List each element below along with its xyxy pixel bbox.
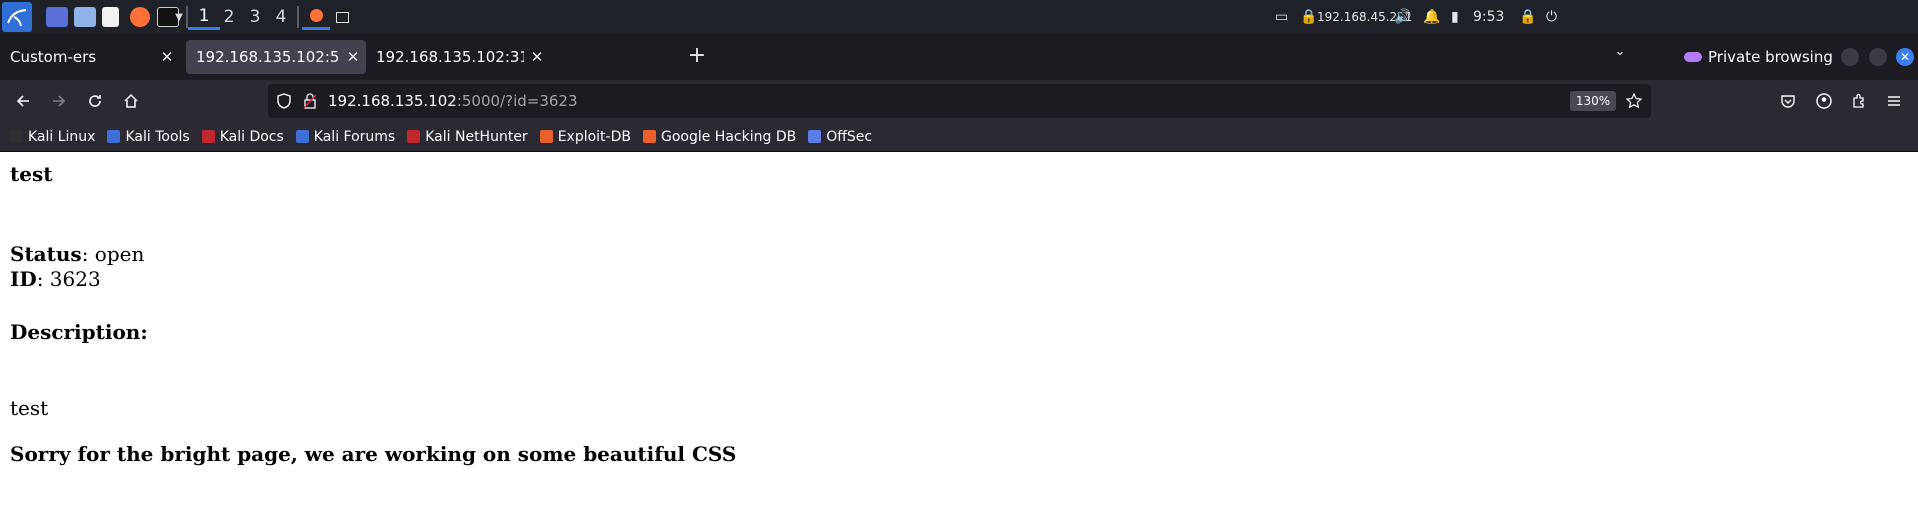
firefox-icon[interactable] <box>130 4 150 30</box>
insecure-lock-icon[interactable] <box>300 91 320 111</box>
display-icon[interactable]: ▭ <box>1275 0 1288 34</box>
page-title: test <box>10 162 53 186</box>
bookmark-label: Kali Forums <box>313 128 396 145</box>
chevron-down-icon[interactable]: ▼ <box>172 4 186 30</box>
home-button[interactable] <box>117 87 145 115</box>
close-icon[interactable]: ✕ <box>524 48 550 66</box>
arrow-left-icon <box>16 95 29 107</box>
ghdb-favicon-icon <box>642 130 656 143</box>
close-window-button[interactable]: ✕ <box>1896 48 1914 66</box>
extensions-icon[interactable] <box>1845 87 1873 115</box>
battery-icon[interactable]: ▮ <box>1451 0 1459 34</box>
id-line: ID: 3623 <box>10 267 101 291</box>
chevron-down-icon[interactable]: ⌄ <box>1607 44 1633 70</box>
bookmark-kali-docs[interactable]: Kali Docs <box>201 128 284 145</box>
power-icon[interactable]: ⏻ <box>1546 0 1557 34</box>
status-value: : open <box>81 242 145 266</box>
private-mask-icon <box>1684 52 1702 62</box>
back-button[interactable] <box>9 87 37 115</box>
tab-title: 192.168.135.102:31337/ <box>376 48 524 66</box>
desktop-icon[interactable] <box>46 4 68 30</box>
volume-icon[interactable]: 🔊 <box>1394 0 1411 34</box>
bookmark-kali-forums[interactable]: Kali Forums <box>295 128 396 145</box>
bookmark-kali-tools[interactable]: Kali Tools <box>107 128 190 145</box>
arrow-right-icon <box>53 95 66 107</box>
bookmark-offsec[interactable]: OffSec <box>808 129 872 145</box>
zoom-level[interactable]: 130% <box>1570 91 1616 111</box>
bookmarks-toolbar: Kali Linux Kali Tools Kali Docs Kali For… <box>0 122 1918 152</box>
hamburger-menu-icon[interactable] <box>1880 87 1908 115</box>
bookmark-label: Kali NetHunter <box>425 128 528 145</box>
exploit-db-favicon-icon <box>539 130 553 143</box>
star-icon[interactable] <box>1624 91 1644 111</box>
bookmark-label: Kali Tools <box>125 128 190 145</box>
home-icon <box>124 93 138 108</box>
reload-button[interactable] <box>81 87 109 115</box>
navigation-toolbar: 192.168.135.102:5000/?id=3623 130% <box>0 80 1918 122</box>
page-content: test Status: open ID: 3623 Description: … <box>0 152 1918 532</box>
bookmark-label: OffSec <box>826 128 873 145</box>
kali-docs-favicon-icon <box>201 130 215 143</box>
window-terminal-icon[interactable] <box>330 4 354 30</box>
kali-linux-favicon-icon <box>10 130 23 143</box>
id-value: : 3623 <box>36 267 101 291</box>
private-label: Private browsing <box>1708 48 1833 66</box>
clock[interactable]: 9:53 <box>1473 0 1504 34</box>
id-label: ID <box>10 267 37 291</box>
taskbar-separator <box>297 6 299 28</box>
window-firefox-icon[interactable] <box>302 4 330 30</box>
forward-button[interactable] <box>45 87 73 115</box>
status-label: Status <box>10 242 82 266</box>
maximize-button[interactable] <box>1869 48 1887 66</box>
offsec-favicon-icon <box>808 130 822 143</box>
bookmark-label: Kali Docs <box>219 128 284 145</box>
lock-icon[interactable]: 🔒 <box>1519 0 1536 34</box>
pocket-icon[interactable] <box>1774 87 1802 115</box>
kali-nethunter-favicon-icon <box>407 130 421 143</box>
bookmark-label: Kali Linux <box>28 128 96 145</box>
description-heading: Description: <box>10 320 148 344</box>
bookmark-kali-nethunter[interactable]: Kali NetHunter <box>407 128 528 145</box>
minimize-button[interactable] <box>1841 48 1859 66</box>
url-host: 192.168.135.102 <box>328 92 457 110</box>
description-text: test <box>10 396 49 420</box>
new-tab-button[interactable]: + <box>684 44 710 70</box>
kali-menu-icon[interactable] <box>2 2 32 32</box>
bookmark-label: Exploit-DB <box>557 128 631 145</box>
text-editor-icon[interactable] <box>102 4 119 30</box>
vpn-lock-icon[interactable]: 🔒 <box>1300 0 1317 34</box>
close-icon[interactable]: ✕ <box>154 48 180 66</box>
tab-31337[interactable]: 192.168.135.102:31337/ ✕ <box>366 40 550 74</box>
status-line: Status: open <box>10 242 144 266</box>
close-icon[interactable]: ✕ <box>340 48 366 66</box>
kali-tools-favicon-icon <box>107 130 121 143</box>
private-browsing-indicator: Private browsing <box>1684 47 1833 67</box>
kali-taskbar: ▼ 1 2 3 4 ▭ 🔒 192.168.45.211 🔊 🔔 ▮ 9:53 … <box>0 0 1918 34</box>
bookmark-google-hacking-db[interactable]: Google Hacking DB <box>642 128 797 145</box>
url-bar[interactable]: 192.168.135.102:5000/?id=3623 130% <box>268 84 1651 118</box>
tab-title: 192.168.135.102:5000/?id=3623 <box>196 48 340 66</box>
files-icon[interactable] <box>74 4 96 30</box>
reload-icon <box>89 95 101 107</box>
tab-bar: Custom-ers ✕ 192.168.135.102:5000/?id=36… <box>0 34 1918 80</box>
tab-title: Custom-ers <box>10 48 97 66</box>
url-text[interactable]: 192.168.135.102:5000/?id=3623 <box>328 92 578 110</box>
account-icon[interactable] <box>1810 87 1838 115</box>
bookmark-label: Google Hacking DB <box>660 128 797 145</box>
bookmark-kali-linux[interactable]: Kali Linux <box>10 129 95 145</box>
shield-icon[interactable] <box>274 91 294 111</box>
kali-forums-favicon-icon <box>295 130 309 143</box>
tab-active[interactable]: 192.168.135.102:5000/?id=3623 ✕ <box>186 40 366 74</box>
footer-note: Sorry for the bright page, we are workin… <box>10 442 737 466</box>
url-path: :5000/?id=3623 <box>456 92 578 110</box>
bookmark-exploit-db[interactable]: Exploit-DB <box>539 128 631 145</box>
bell-icon[interactable]: 🔔 <box>1423 0 1440 34</box>
workspace-4[interactable]: 4 <box>265 4 297 30</box>
tab-custom-ers[interactable]: Custom-ers ✕ <box>0 40 180 74</box>
